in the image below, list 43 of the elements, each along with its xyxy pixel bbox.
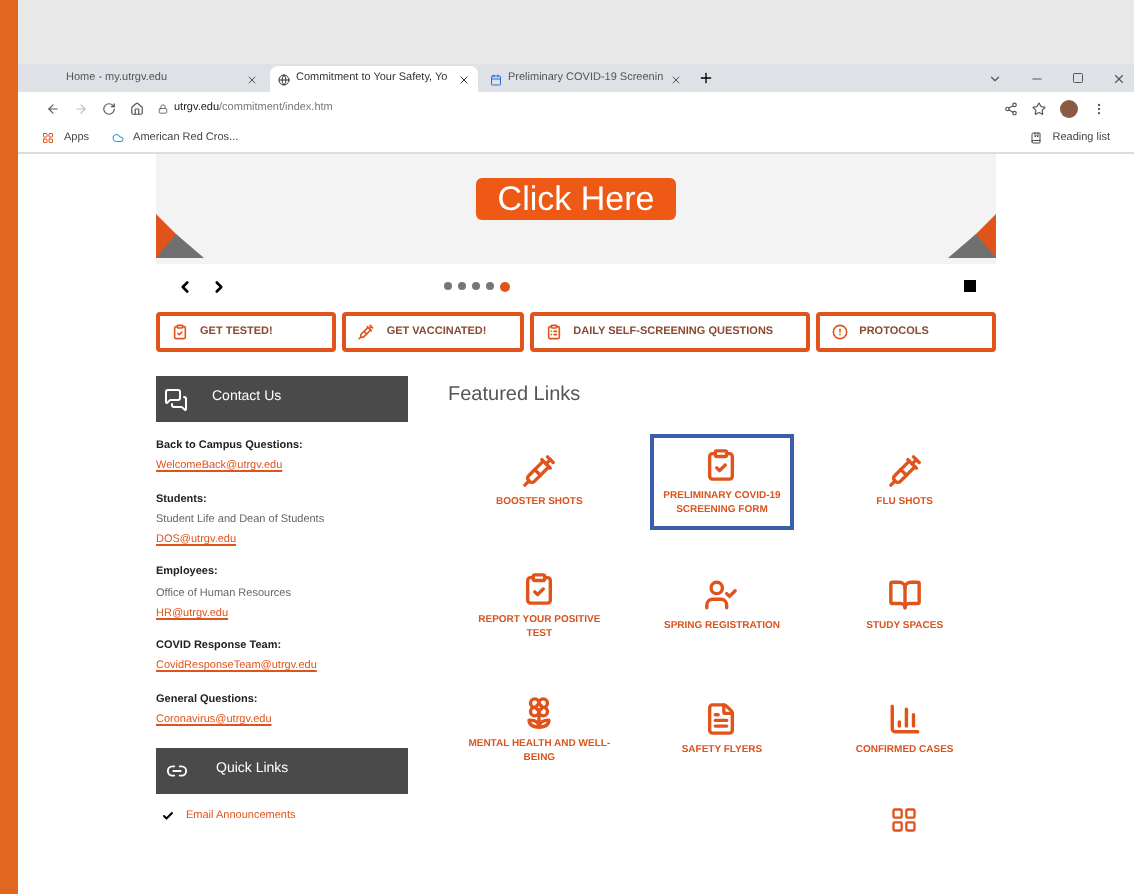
syringe-icon <box>887 454 922 489</box>
user-check-icon <box>704 578 739 613</box>
chevron-icon[interactable] <box>988 72 1002 86</box>
link-icon <box>166 760 188 782</box>
reload-icon[interactable] <box>102 101 116 115</box>
clipboard-check-icon <box>704 448 739 482</box>
book-icon <box>887 578 922 613</box>
close-icon[interactable] <box>246 73 258 85</box>
home-icon[interactable] <box>130 101 144 115</box>
grid-icon <box>890 806 919 834</box>
share-icon[interactable] <box>1004 101 1018 115</box>
flower-icon <box>522 696 557 730</box>
syringe-icon <box>358 324 375 340</box>
syringe-icon <box>522 454 557 489</box>
click-here-button[interactable]: Click Here <box>475 178 677 220</box>
calendar-icon <box>490 73 502 85</box>
chat-bubbles-icon <box>164 387 188 411</box>
close-icon[interactable] <box>458 73 470 85</box>
cloud-icon <box>111 132 124 144</box>
clipboard-check-icon <box>522 572 557 606</box>
restore-icon[interactable] <box>1072 72 1084 84</box>
close-icon[interactable] <box>1112 72 1126 86</box>
clipboard-check-icon <box>172 324 188 340</box>
close-icon[interactable] <box>670 73 682 85</box>
star-icon[interactable] <box>1032 101 1046 115</box>
new-tab-icon[interactable] <box>698 70 714 86</box>
globe-icon <box>278 73 290 85</box>
previous-icon[interactable] <box>176 277 194 295</box>
document-icon <box>704 702 739 737</box>
next-icon[interactable] <box>210 277 228 295</box>
bar-chart-icon <box>887 702 922 737</box>
clipboard-icon <box>545 324 562 340</box>
menu-icon[interactable] <box>1092 101 1106 115</box>
back-icon[interactable] <box>46 101 60 115</box>
reading-list-icon[interactable] <box>1030 132 1043 144</box>
alert-icon <box>831 324 848 340</box>
avatar[interactable] <box>1060 99 1078 117</box>
corner-triangle-drawing <box>948 214 996 258</box>
apps-icon[interactable] <box>42 132 54 144</box>
corner-triangle-drawing <box>156 214 204 258</box>
lock-icon <box>158 103 168 113</box>
featured-title: Featured Links <box>448 382 583 410</box>
check-icon <box>162 810 174 823</box>
